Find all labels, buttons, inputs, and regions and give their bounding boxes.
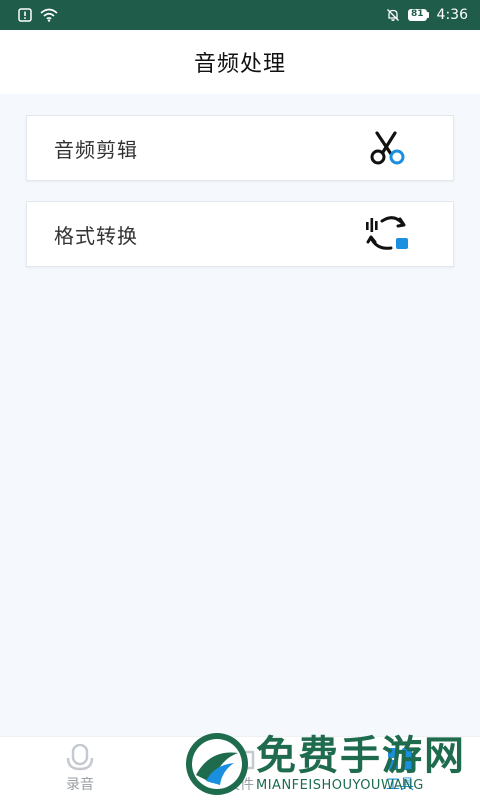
tools-icon xyxy=(388,747,412,770)
audio-edit-label: 音频剪辑 xyxy=(54,137,138,162)
scissors-icon xyxy=(363,128,411,168)
tab-files[interactable]: 文件 xyxy=(180,744,300,794)
status-time: 4:36 xyxy=(436,7,468,23)
battery-indicator: 81 xyxy=(408,9,429,21)
folder-icon xyxy=(225,747,255,769)
format-convert-label: 格式转换 xyxy=(54,223,138,248)
notification-alert-icon xyxy=(18,8,32,22)
audio-edit-card[interactable]: 音频剪辑 xyxy=(26,115,454,181)
tab-record[interactable]: 录音 xyxy=(20,743,140,794)
wifi-icon xyxy=(40,8,58,22)
battery-tip xyxy=(426,12,429,18)
tab-tools-label: 工具 xyxy=(386,776,414,793)
microphone-icon xyxy=(66,743,94,770)
status-bar: 81 4:36 xyxy=(0,0,480,30)
app-header: 音频处理 xyxy=(0,30,480,94)
bell-off-icon xyxy=(387,9,399,21)
audio-convert-icon xyxy=(363,214,411,254)
page-title: 音频处理 xyxy=(193,52,286,77)
battery-level: 81 xyxy=(408,9,427,21)
status-left xyxy=(18,8,58,22)
bottom-tab-bar: 录音 文件 工具 xyxy=(0,736,480,800)
tab-record-label: 录音 xyxy=(66,776,94,793)
tab-tools[interactable]: 工具 xyxy=(340,744,460,794)
tab-files-label: 文件 xyxy=(226,776,254,793)
format-convert-card[interactable]: 格式转换 xyxy=(26,201,454,267)
status-right: 81 4:36 xyxy=(386,7,468,23)
